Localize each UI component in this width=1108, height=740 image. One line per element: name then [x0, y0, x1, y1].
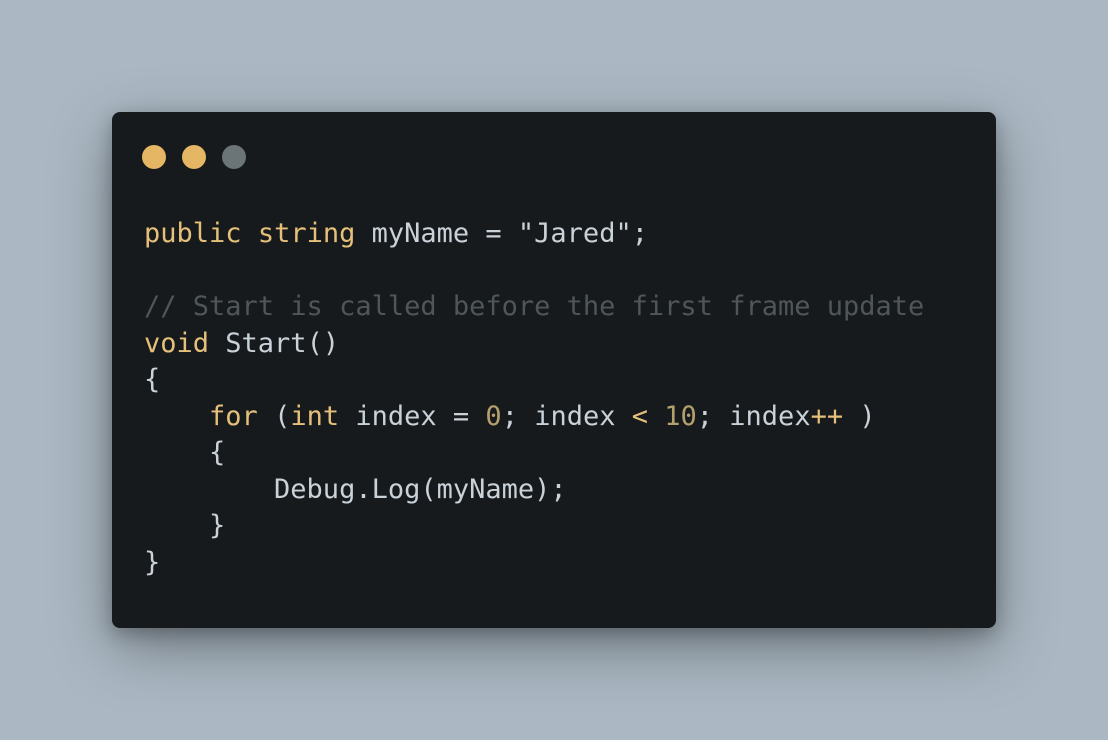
- code-token-plain: myName = "Jared";: [355, 218, 648, 249]
- code-token-plain: ; index: [501, 400, 632, 432]
- minimize-dot-icon[interactable]: [182, 145, 206, 169]
- code-token-keyword: string: [257, 218, 356, 249]
- code-line: }: [144, 508, 924, 545]
- code-token-plain: {: [144, 364, 161, 395]
- code-token-plain: ; index: [696, 400, 811, 432]
- code-token-operator: ++: [810, 400, 844, 432]
- code-line: {: [144, 362, 924, 399]
- code-token-operator: <: [631, 400, 648, 432]
- code-line: // Start is called before the first fram…: [144, 289, 924, 326]
- code-line: }: [144, 545, 924, 582]
- close-dot-icon[interactable]: [142, 145, 166, 169]
- code-token-number: 10: [664, 400, 697, 432]
- code-token-keyword: public: [144, 218, 242, 249]
- code-token-keyword: for: [209, 400, 258, 432]
- maximize-dot-icon[interactable]: [222, 145, 246, 169]
- code-line: Debug.Log(myName);: [144, 472, 924, 509]
- code-token-plain: Start(): [209, 327, 340, 359]
- code-token-plain: }: [144, 546, 161, 578]
- code-line: {: [144, 435, 924, 472]
- code-token-number: 0: [485, 400, 502, 432]
- code-token-comment: // Start is called before the first fram…: [144, 291, 925, 322]
- code-token-plain: Debug.Log(myName);: [144, 473, 567, 505]
- code-window: public string myName = "Jared"; // Start…: [112, 112, 996, 628]
- code-token-plain: {: [144, 437, 226, 468]
- code-line: for (int index = 0; index < 10; index++ …: [144, 399, 924, 436]
- code-line: void Start(): [144, 326, 924, 363]
- code-line: public string myName = "Jared";: [144, 216, 924, 253]
- window-controls: [142, 145, 246, 169]
- code-token-plain: (: [257, 400, 291, 432]
- code-token-plain: }: [144, 510, 226, 541]
- code-token-keyword: int: [290, 400, 340, 432]
- code-token-keyword: void: [144, 327, 210, 359]
- code-token-plain: index =: [339, 400, 486, 432]
- code-block: public string myName = "Jared"; // Start…: [144, 216, 924, 581]
- code-token-plain: ): [843, 400, 876, 432]
